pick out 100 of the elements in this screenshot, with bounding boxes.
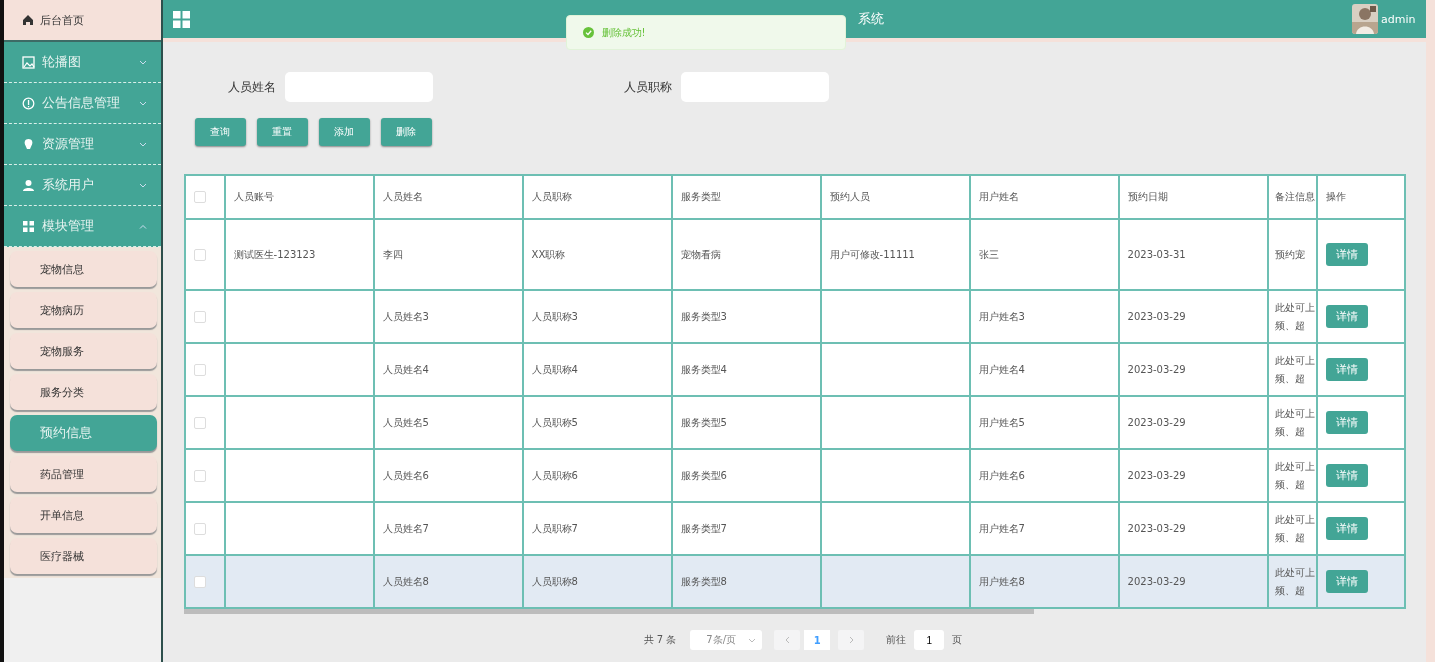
table-cell: 人员职称5 — [531, 416, 578, 428]
details-button[interactable]: 详情 — [1325, 358, 1368, 381]
user-name[interactable]: admin — [1381, 12, 1416, 26]
table-cell: 人员职称7 — [531, 522, 578, 534]
table-cell: 人员职称4 — [531, 363, 578, 375]
table-cell: 李四 — [382, 248, 403, 260]
home-icon — [22, 14, 34, 26]
table-cell: 预约宠 — [1274, 248, 1305, 260]
table-cell: 用户姓名3 — [978, 310, 1025, 322]
submenu-item[interactable]: 服务分类 — [10, 374, 157, 410]
table-cell: 此处可上频、超 — [1274, 566, 1315, 596]
table-cell: 此处可上频、超 — [1274, 301, 1315, 331]
table-cell: 人员姓名7 — [382, 522, 429, 534]
check-circle-icon — [582, 27, 594, 38]
checkbox[interactable] — [193, 522, 206, 535]
table-cell: 服务类型7 — [680, 522, 727, 534]
details-button[interactable]: 详情 — [1325, 464, 1368, 487]
chevron-down-icon — [138, 182, 147, 188]
table-cell: 此处可上频、超 — [1274, 513, 1315, 543]
action-button[interactable]: 查询 — [194, 118, 246, 146]
table-cell: 2023-03-29 — [1127, 470, 1186, 481]
table-cell: 人员职称3 — [531, 310, 578, 322]
table-cell: 用户可修改-11111 — [829, 248, 915, 260]
details-button[interactable]: 详情 — [1325, 411, 1368, 434]
table-cell: 2023-03-29 — [1127, 576, 1186, 587]
window-title: 系统 — [857, 10, 885, 28]
table-cell: 此处可上频、超 — [1274, 460, 1315, 490]
user-icon — [22, 178, 35, 192]
submenu-item[interactable]: 医疗器械 — [10, 538, 157, 574]
table-cell: 2023-03-29 — [1127, 311, 1186, 322]
menu-item[interactable]: 公告信息管理 — [4, 83, 161, 124]
bulb-icon — [22, 137, 35, 151]
table-cell: 人员姓名3 — [382, 310, 429, 322]
page-button[interactable]: 1 — [804, 630, 831, 650]
checkbox[interactable] — [193, 310, 206, 323]
page-size-select[interactable]: 7条/页 — [690, 630, 763, 650]
info-icon — [22, 96, 35, 110]
checkbox[interactable] — [193, 191, 206, 203]
table-cell: 2023-03-29 — [1127, 364, 1186, 375]
menu-item[interactable]: 系统用户 — [4, 165, 161, 206]
action-button[interactable]: 添加 — [318, 118, 370, 146]
table-cell: 服务类型4 — [680, 363, 727, 375]
total-count: 共 7 条 — [643, 633, 677, 647]
table-cell: 用户姓名6 — [978, 469, 1025, 481]
table-cell: 人员姓名4 — [382, 363, 429, 375]
scrollbar[interactable] — [183, 609, 1034, 614]
field-label: 人员职称 — [623, 78, 672, 96]
table-cell: 用户姓名7 — [978, 522, 1025, 534]
menu-item[interactable]: 模块管理 — [4, 206, 161, 247]
checkbox[interactable] — [193, 363, 206, 376]
image-icon — [22, 55, 35, 69]
submenu-item[interactable]: 宠物信息 — [10, 251, 157, 287]
submenu-item[interactable]: 宠物病历 — [10, 292, 157, 328]
details-button[interactable]: 详情 — [1325, 243, 1368, 266]
table-cell: 人员姓名5 — [382, 416, 429, 428]
action-button[interactable]: 重置 — [256, 118, 308, 146]
table-cell: 人员职称6 — [531, 469, 578, 481]
next-page-button[interactable] — [838, 630, 865, 650]
table-cell: 2023-03-31 — [1127, 249, 1186, 260]
success-toast: 删除成功! — [565, 15, 846, 50]
menu-item[interactable]: 资源管理 — [4, 124, 161, 165]
details-button[interactable]: 详情 — [1325, 517, 1368, 540]
table-cell: 用户姓名8 — [978, 575, 1025, 587]
table-cell: XX职称 — [531, 248, 566, 260]
table-cell: 宠物看病 — [680, 248, 721, 260]
field-label: 人员姓名 — [227, 78, 276, 96]
table-cell: 用户姓名5 — [978, 416, 1025, 428]
checkbox[interactable] — [193, 416, 206, 429]
home-menu-item[interactable]: 后台首页 — [4, 0, 161, 42]
chevron-down-icon — [748, 637, 757, 643]
page-input[interactable]: 1 — [914, 630, 945, 650]
details-button[interactable]: 详情 — [1325, 305, 1368, 328]
menu-item[interactable]: 轮播图 — [4, 42, 161, 83]
table-cell: 用户姓名4 — [978, 363, 1025, 375]
details-button[interactable]: 详情 — [1325, 570, 1368, 593]
table-cell: 测试医生-123123 — [233, 248, 316, 260]
checkbox[interactable] — [193, 575, 206, 588]
checkbox[interactable] — [193, 469, 206, 482]
chevron-right-icon — [848, 636, 854, 644]
table-cell: 2023-03-29 — [1127, 417, 1186, 428]
table-cell: 服务类型8 — [680, 575, 727, 587]
table-cell: 服务类型6 — [680, 469, 727, 481]
submenu-item[interactable]: 药品管理 — [10, 456, 157, 492]
chevron-down-icon — [138, 100, 147, 106]
page-suffix: 页 — [952, 633, 963, 647]
checkbox[interactable] — [193, 248, 206, 261]
chevron-up-icon — [138, 223, 147, 229]
submenu-item[interactable]: 预约信息 — [10, 415, 157, 451]
action-button[interactable]: 删除 — [380, 118, 432, 146]
chevron-down-icon — [138, 141, 147, 147]
table-cell: 服务类型3 — [680, 310, 727, 322]
grid-icon — [172, 10, 190, 28]
table-cell: 人员姓名6 — [382, 469, 429, 481]
table-cell: 张三 — [978, 248, 999, 260]
submenu-item[interactable]: 宠物服务 — [10, 333, 157, 369]
previous-page-button[interactable] — [774, 630, 801, 650]
table-cell: 人员职称8 — [531, 575, 578, 587]
table-cell: 此处可上频、超 — [1274, 407, 1315, 437]
table-cell: 此处可上频、超 — [1274, 354, 1315, 384]
submenu-item[interactable]: 开单信息 — [10, 497, 157, 533]
